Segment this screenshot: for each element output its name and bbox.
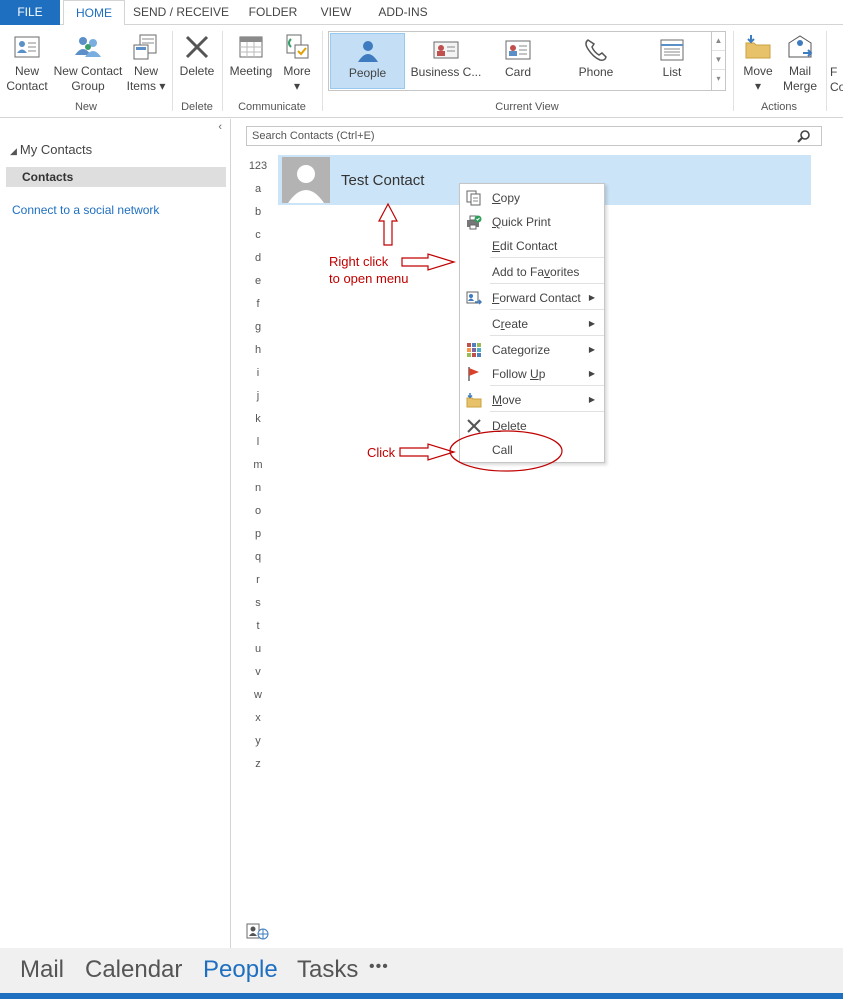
annotation-right-arrow <box>401 253 457 271</box>
annotation-click-arrow <box>399 443 457 461</box>
annotation-right-click-line1: Right click <box>329 254 389 269</box>
nav-more-ellipsis[interactable]: ••• <box>369 958 389 976</box>
nav-calendar[interactable]: Calendar <box>85 956 182 984</box>
nav-people[interactable]: People <box>203 956 278 984</box>
annotation-right-click-text: Right click to open menu <box>329 253 409 287</box>
nav-tasks[interactable]: Tasks <box>297 956 358 984</box>
annotation-right-click-line2: to open menu <box>329 271 409 286</box>
annotation-call-ellipse <box>449 430 563 472</box>
annotation-overlay <box>378 202 563 472</box>
annotation-click-text: Click <box>367 445 396 460</box>
people-pane-icon[interactable] <box>246 922 270 940</box>
bottom-navigation: Mail Calendar People Tasks ••• <box>0 948 843 993</box>
annotation-up-arrow <box>378 202 398 246</box>
nav-mail[interactable]: Mail <box>20 956 64 984</box>
status-bar <box>0 993 843 999</box>
